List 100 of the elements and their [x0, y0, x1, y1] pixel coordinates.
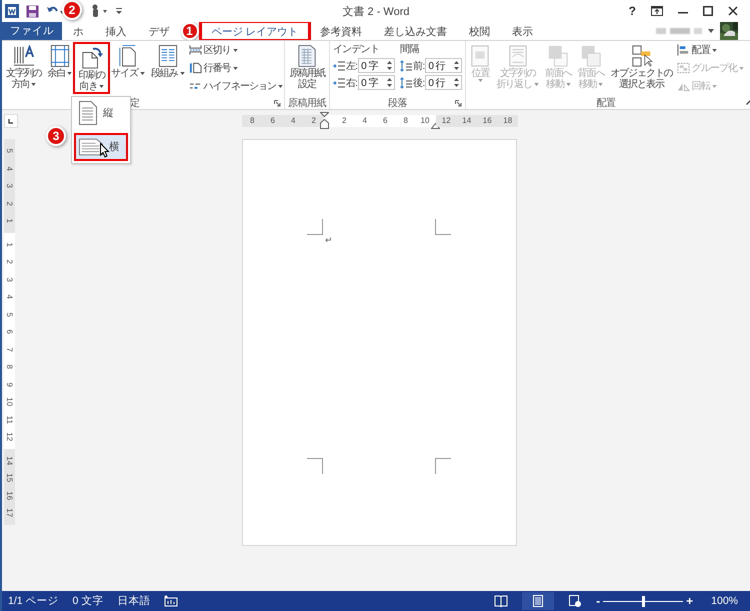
ribbon-small-button[interactable]: 区切り [188, 42, 284, 58]
caret-icon [598, 83, 604, 86]
crop-mark-icon [435, 219, 451, 235]
crop-mark-icon [435, 458, 451, 474]
ruler-number: 11 [4, 415, 15, 424]
ruler-number: 14 [4, 456, 15, 465]
manuscript-settings-button[interactable]: 原稿用紙 設定 [286, 42, 328, 92]
ribbon-tab[interactable]: ページ レイアウト [200, 22, 309, 40]
ribbon-display-icon[interactable] [651, 6, 663, 16]
ruler-number: 7 [4, 347, 15, 352]
ruler-number: 3 [4, 184, 15, 188]
status-text[interactable]: 1/1 ページ [8, 594, 59, 608]
caret-icon [534, 83, 539, 86]
ribbon-small-button[interactable]: 行番号 [188, 60, 284, 76]
caret-icon[interactable] [708, 29, 714, 33]
close-icon[interactable] [728, 6, 738, 16]
window-title: 文書 2 - Word [342, 4, 410, 18]
proofing-icon[interactable] [164, 595, 178, 607]
caret-icon [739, 66, 744, 70]
ruler-number: 16 [4, 490, 15, 500]
caret-icon [232, 66, 238, 70]
zoom-level[interactable]: 100% [711, 595, 738, 607]
manuscript-paper-icon [297, 45, 318, 67]
group-label: 配置 [596, 96, 616, 110]
menu-item[interactable]: 横 [74, 133, 128, 161]
caret-icon [180, 72, 185, 75]
ribbon-button[interactable]: サイズ [108, 42, 148, 81]
customize-icon[interactable] [115, 6, 123, 16]
ribbon-tab[interactable]: ホ [62, 22, 94, 40]
tab-selector-icon[interactable] [4, 114, 18, 128]
line-numbers-icon [188, 62, 202, 74]
caret-icon [99, 85, 104, 88]
ruler-number: 9 [4, 382, 15, 386]
read-mode-icon[interactable] [494, 595, 508, 607]
ruler-number: 4 [362, 116, 368, 125]
ruler-number: 4 [4, 294, 15, 299]
spin-field[interactable]: 0 行 [425, 75, 462, 90]
spacing-icon [400, 60, 412, 72]
ribbon-button[interactable]: 印刷の 向き [73, 42, 110, 94]
orientation-icon [80, 47, 104, 69]
mouse-pointer-icon [100, 143, 110, 158]
ribbon-tab[interactable]: 参考資料 [308, 22, 373, 40]
spin-field[interactable]: 0 字 [358, 58, 396, 73]
save-icon[interactable] [26, 4, 39, 18]
zoom-out-button[interactable]: - [596, 595, 600, 607]
ruler-number: 5 [4, 312, 15, 316]
caret-icon [566, 83, 571, 86]
ribbon-button[interactable]: オブジェクトの 選択と表示 [607, 42, 676, 92]
bring-forward-icon [547, 45, 570, 67]
group-label: 定 [130, 96, 140, 110]
help-button[interactable]: ? [628, 4, 636, 18]
ribbon-small-button[interactable]: ハイフネーション [188, 78, 284, 94]
indent-icon [332, 60, 345, 70]
field-label: 後: [413, 76, 424, 90]
ribbon-button[interactable]: 段組み [148, 42, 188, 81]
field-label: 左: [346, 60, 358, 72]
zoom-in-button[interactable]: + [686, 595, 694, 607]
dialog-launcher-icon[interactable] [274, 100, 282, 107]
spin-field[interactable]: 0 行 [425, 58, 462, 73]
maximize-icon[interactable] [703, 6, 713, 16]
group-label: 原稿用紙 [288, 96, 326, 110]
spin-arrows-icon[interactable] [387, 61, 392, 70]
ruler-number: 6 [382, 116, 388, 125]
ribbon-tab[interactable]: デザ [138, 22, 180, 40]
ruler-number: 12 [440, 116, 452, 125]
ruler-number: 2 [4, 201, 15, 206]
section-header: インデント [332, 43, 380, 56]
ribbon-button[interactable]: 余白 [44, 42, 76, 81]
ribbon-button[interactable]: 文字列の 方向 [3, 42, 45, 92]
ruler-number: 2 [310, 116, 317, 125]
ruler-number: 8 [4, 364, 15, 369]
indent-marker-icon[interactable] [320, 112, 329, 128]
text-wrap-icon [508, 45, 528, 67]
print-layout-icon[interactable] [532, 595, 544, 607]
ribbon-tab[interactable]: 差し込み文書 [372, 22, 458, 40]
spin-arrows-icon[interactable] [387, 78, 392, 87]
spin-field[interactable]: 0 字 [358, 75, 396, 90]
ruler-number: 10 [4, 397, 15, 406]
ribbon-tab[interactable]: 表示 [500, 22, 544, 40]
ruler-number: 3 [4, 277, 15, 282]
ruler-number: 4 [4, 166, 15, 170]
field-label: 前: [413, 60, 424, 72]
ribbon-small-button[interactable]: 配置 [676, 42, 744, 58]
status-text[interactable]: 日本語 [117, 594, 150, 608]
ruler-number: 16 [482, 116, 493, 125]
step-number-badge: 1 [180, 22, 198, 40]
ribbon-tab[interactable]: 校閲 [458, 22, 501, 40]
spin-arrows-icon[interactable] [454, 78, 460, 87]
status-text[interactable]: 0 文字 [72, 594, 104, 608]
ribbon-tab[interactable]: 挿入 [94, 22, 138, 40]
spin-arrows-icon[interactable] [454, 61, 460, 70]
web-layout-icon[interactable] [568, 595, 582, 607]
dialog-launcher-icon[interactable] [455, 100, 462, 107]
menu-item[interactable]: 縦 [74, 99, 128, 127]
document-page[interactable]: ↵ [242, 139, 517, 546]
touch-mode-icon[interactable] [90, 4, 108, 18]
caret-icon [67, 72, 72, 75]
file-tab[interactable]: ファイル [2, 22, 62, 40]
ruler-number: 14 [461, 116, 472, 125]
caret-icon [712, 48, 717, 52]
